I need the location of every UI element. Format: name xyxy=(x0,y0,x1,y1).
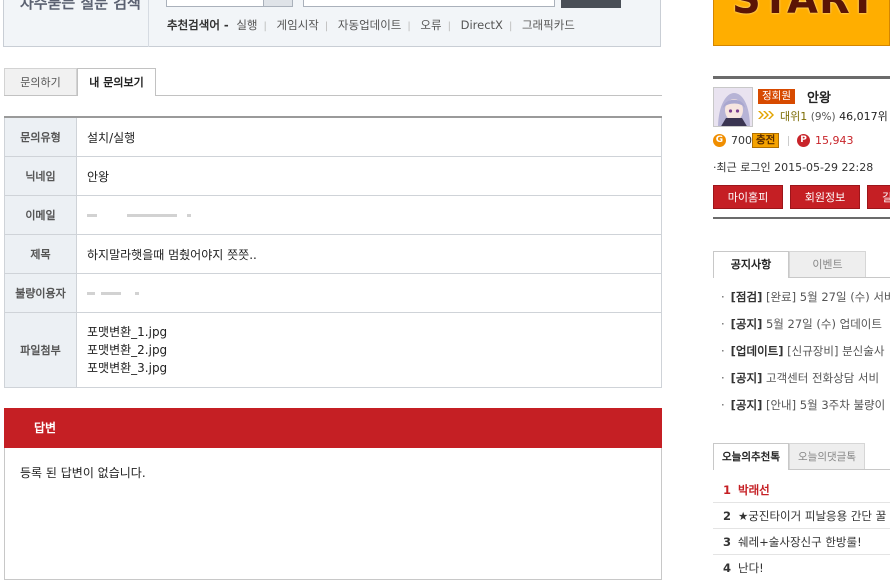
divider xyxy=(788,136,789,146)
charge-button[interactable]: 충전 xyxy=(752,133,780,148)
keyword-link[interactable]: 그래픽카드 xyxy=(522,18,575,32)
faq-search-input[interactable] xyxy=(303,0,555,7)
member-info-button[interactable]: 회원정보 xyxy=(790,185,860,209)
email-label: 이메일 xyxy=(4,195,77,235)
notice-item[interactable]: · [공지] [안내] 5월 3주차 불량이 xyxy=(721,397,885,413)
keyword-link[interactable]: 오류 xyxy=(420,18,441,32)
tab-notice[interactable]: 공지사항 xyxy=(713,251,789,278)
type-label: 문의유형 xyxy=(4,116,77,157)
g-coin-icon: G xyxy=(713,134,726,147)
attached-file-link[interactable]: 포맷변환_2.jpg xyxy=(87,341,651,359)
table-row: 문의유형 설치/실행 xyxy=(4,116,662,157)
table-row: 제목 하지말라햇을때 멈췄어야지 쯧쯧.. xyxy=(4,234,662,274)
notice-item[interactable]: · [점검] [완료] 5월 27일 (수) 서버 xyxy=(721,289,890,305)
nick-value: 안왕 xyxy=(76,156,662,196)
my-homepage-button[interactable]: 마이홈피 xyxy=(713,185,783,209)
answer-header: 답변 xyxy=(4,408,662,448)
tab-today-recommend[interactable]: 오늘의추천톡 xyxy=(713,443,789,470)
table-row: 닉네임 안왕 xyxy=(4,156,662,196)
g-coin-value: 700 xyxy=(731,134,752,147)
subject-label: 제목 xyxy=(4,234,77,274)
rank-position: 46,017위 xyxy=(839,110,888,123)
keyword-link[interactable]: 게임시작 xyxy=(277,18,319,32)
answer-body: 등록 된 답변이 없습니다. xyxy=(4,448,662,580)
inquiry-detail-table: 문의유형 설치/실행 닉네임 안왕 이메일 제목 하지말라햇을때 멈췄어야지 쯧… xyxy=(4,116,662,388)
faq-recommend-keywords: 추천검색어 - 실행 | 게임시작 | 자동업데이트 | 오류 | DirectX | 그… xyxy=(167,18,575,32)
baduser-label: 불량이용자 xyxy=(4,273,77,313)
baduser-value-redacted xyxy=(76,273,662,313)
tab-event[interactable]: 이벤트 xyxy=(789,251,866,278)
guild-button[interactable]: 길 xyxy=(867,185,890,209)
profile-bottom-line xyxy=(713,217,890,219)
avatar xyxy=(713,87,753,127)
rank-info: 대위1 (9%) 46,017위 xyxy=(780,108,888,124)
faq-search-button[interactable] xyxy=(561,0,621,8)
banner-text: START xyxy=(732,0,878,23)
recommend-item[interactable]: 4 난다! xyxy=(723,560,764,576)
recommend-item[interactable]: 3 쉐레+술사장신구 한방룰! xyxy=(723,534,862,550)
table-row: 불량이용자 xyxy=(4,273,662,313)
keyword-link[interactable]: 자동업데이트 xyxy=(338,18,401,32)
notice-item[interactable]: · [업데이트] [신규장비] 분신술사 xyxy=(721,343,884,359)
avatar-image xyxy=(714,88,752,126)
member-grade-badge: 정회원 xyxy=(758,89,795,104)
p-point-value: 15,943 xyxy=(815,134,854,147)
rank-level: 대위1 xyxy=(780,110,808,123)
faq-title: 자주묻는 질문 검색 xyxy=(20,0,141,12)
notice-item[interactable]: · [공지] 5월 27일 (수) 업데이트 xyxy=(721,316,882,332)
notice-item[interactable]: · [공지] 고객센터 전화상담 서비 xyxy=(721,370,879,386)
attached-file-link[interactable]: 포맷변환_1.jpg xyxy=(87,323,651,341)
last-login: ·최근 로그인 2015-05-29 22:28 xyxy=(713,161,874,174)
files-label: 파일첨부 xyxy=(4,312,77,388)
keyword-link[interactable]: 실행 xyxy=(236,18,257,32)
game-start-banner[interactable]: START xyxy=(713,0,890,46)
nick-label: 닉네임 xyxy=(4,156,77,196)
profile-top-line xyxy=(713,76,890,79)
attached-file-link[interactable]: 포맷변환_3.jpg xyxy=(87,359,651,377)
recommend-item[interactable]: 1 박래선 xyxy=(723,482,770,498)
recommend-item[interactable]: 2 ★궁진타이거 피날응용 간단 꿀 xyxy=(723,508,886,524)
p-point-icon: P xyxy=(797,134,810,147)
table-row: 파일첨부 포맷변환_1.jpg 포맷변환_2.jpg 포맷변환_3.jpg xyxy=(4,312,662,388)
files-value: 포맷변환_1.jpg 포맷변환_2.jpg 포맷변환_3.jpg xyxy=(76,312,662,388)
email-value-redacted xyxy=(76,195,662,235)
table-row: 이메일 xyxy=(4,195,662,235)
subject-value: 하지말라햇을때 멈췄어야지 쯧쯧.. xyxy=(76,234,662,274)
faq-divider xyxy=(148,0,149,47)
tab-ask[interactable]: 문의하기 xyxy=(4,68,77,96)
rank-percent: (9%) xyxy=(810,111,836,123)
faq-category-dropdown-button[interactable] xyxy=(263,0,293,7)
keyword-link[interactable]: DirectX xyxy=(461,18,503,32)
user-name: 안왕 xyxy=(807,91,831,106)
tab-my-inquiries[interactable]: 내 문의보기 xyxy=(77,68,156,96)
tab-today-reply[interactable]: 오늘의댓글톡 xyxy=(789,443,865,470)
type-value: 설치/실행 xyxy=(76,116,662,157)
recommend-label: 추천검색어 - xyxy=(167,18,229,32)
rank-insignia-icon xyxy=(758,111,774,119)
